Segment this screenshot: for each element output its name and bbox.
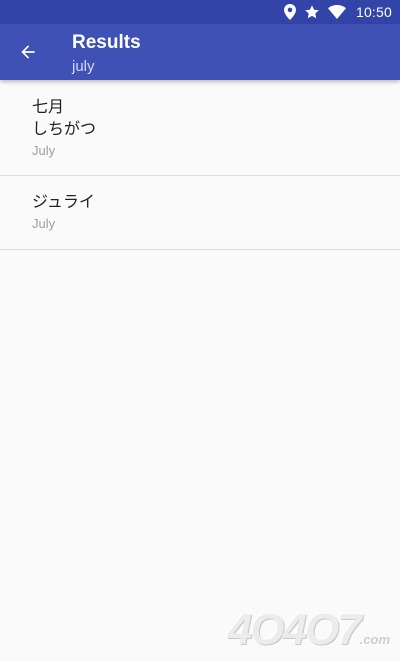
result-reading: しちがつ xyxy=(32,119,97,138)
back-button[interactable] xyxy=(14,38,42,66)
app-bar: Results july xyxy=(0,24,400,80)
wifi-icon xyxy=(327,5,346,19)
status-time: 10:50 xyxy=(355,4,392,20)
results-list: 七月 しちがつ July ジュライ July xyxy=(0,80,400,250)
result-item[interactable]: 七月 しちがつ July xyxy=(0,80,400,176)
search-query-subtitle: july xyxy=(72,58,95,75)
result-meaning: July xyxy=(32,143,56,158)
result-meaning: July xyxy=(32,216,56,231)
location-icon xyxy=(283,4,296,20)
status-bar: 10:50 xyxy=(0,0,400,24)
result-item[interactable]: ジュライ July xyxy=(0,176,400,250)
watermark-logo: 4O4O7.com xyxy=(228,605,390,655)
result-kanji: 七月 xyxy=(32,97,65,116)
watermark-suffix: .com xyxy=(359,632,390,647)
result-katakana: ジュライ xyxy=(32,192,95,211)
page-title: Results xyxy=(72,32,141,53)
watermark-text: 4O4O7 xyxy=(227,605,362,654)
arrow-back-icon xyxy=(21,45,35,59)
star-icon xyxy=(304,4,320,20)
